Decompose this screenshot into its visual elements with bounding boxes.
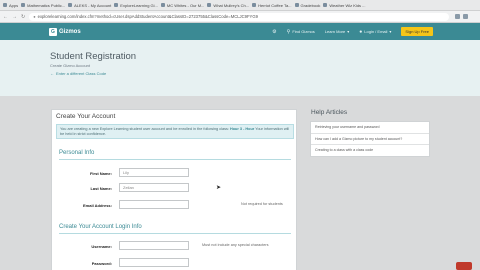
bookmark-icon xyxy=(207,3,212,7)
bookmark-icon xyxy=(114,3,119,7)
page-title: Student Registration xyxy=(50,51,137,62)
back-icon[interactable]: ← xyxy=(3,14,8,20)
chevron-down-icon: ▾ xyxy=(389,29,392,34)
bookmark-icon xyxy=(68,3,73,7)
video-play-icon[interactable] xyxy=(456,262,472,270)
password-input[interactable] xyxy=(119,258,189,267)
bookmark-item[interactable]: What Mullrey's Ch... xyxy=(207,3,249,8)
bookmark-icon xyxy=(323,3,328,7)
microscope-icon[interactable]: ⚙ xyxy=(272,29,276,35)
bookmark-item[interactable]: Mathematics Public... xyxy=(21,3,65,8)
url-text: explorelearning.com/index.cfm?method=cUs… xyxy=(37,14,258,19)
reload-icon[interactable]: ↻ xyxy=(21,14,25,20)
gizmos-logo[interactable]: G Gizmos xyxy=(49,27,81,36)
url-field[interactable]: ● explorelearning.com/index.cfm?method=c… xyxy=(29,12,450,21)
class-name: Hour 3 - Hour xyxy=(230,127,255,131)
divider xyxy=(59,159,291,160)
first-name-label: First Name: xyxy=(89,171,112,176)
card-title: Create Your Account xyxy=(56,113,116,120)
help-articles-title: Help Articles xyxy=(311,109,348,116)
bookmark-item[interactable]: MC Whites - Our M... xyxy=(160,3,204,8)
last-name-input[interactable]: Zeilan xyxy=(119,183,189,192)
bookmark-item[interactable]: ExploreLearning Gi... xyxy=(114,3,158,8)
page-subtitle: Create Gizmo Account xyxy=(50,63,91,68)
username-note: Must not include any special characters xyxy=(202,243,269,247)
password-label: Password: xyxy=(91,261,112,266)
lock-icon: ● xyxy=(33,14,36,19)
signup-button[interactable]: Sign Up Free xyxy=(401,27,433,36)
bookmark-icon xyxy=(21,3,26,7)
first-name-input[interactable]: Lily xyxy=(119,168,189,177)
login-info-heading: Create Your Account Login Info xyxy=(59,224,142,230)
learn-more-menu[interactable]: Learn More ▾ xyxy=(325,29,349,34)
bookmark-item[interactable]: Weather Wiz Kids ... xyxy=(323,3,366,8)
profile-icon[interactable] xyxy=(463,14,469,19)
apps-icon xyxy=(3,3,7,7)
email-input[interactable] xyxy=(119,200,189,209)
divider xyxy=(59,233,291,234)
help-article-link[interactable]: Creating to a class with a class code xyxy=(311,145,429,156)
extension-icon[interactable] xyxy=(455,14,461,19)
last-name-label: Last Name: xyxy=(90,186,112,191)
email-note: Not required for students xyxy=(241,202,283,206)
create-account-card: Create Your Account You are creating a n… xyxy=(51,109,297,270)
login-link[interactable]: ● Login / Email ▾ xyxy=(359,29,391,35)
help-article-link[interactable]: How can I add a Gizmo picture to my stud… xyxy=(311,134,429,145)
bookmark-apps[interactable]: Apps xyxy=(3,3,18,8)
arrow-left-icon: ← xyxy=(50,71,54,76)
bookmark-icon xyxy=(294,3,299,7)
help-article-link[interactable]: Retrieving your username and password xyxy=(311,122,429,134)
title-band xyxy=(0,40,480,96)
bookmark-item[interactable]: Herriot Coffee Ta... xyxy=(252,3,292,8)
bookmarks-bar: Apps Mathematics Public... ALEKS - My Ac… xyxy=(0,0,480,11)
bookmark-item[interactable]: ALEKS - My Account xyxy=(68,3,111,8)
username-label: Username: xyxy=(91,244,112,249)
email-label: Email Address: xyxy=(83,203,112,208)
search-icon: ⚲ xyxy=(286,28,291,35)
user-icon: ● xyxy=(359,28,363,35)
forward-icon[interactable]: → xyxy=(12,14,17,20)
help-articles-list: Retrieving your username and password Ho… xyxy=(310,121,430,157)
class-notice: You are creating a new Explore Learning … xyxy=(56,124,294,139)
gizmos-logo-icon: G xyxy=(49,27,57,36)
chevron-down-icon: ▾ xyxy=(347,29,350,34)
site-header: G Gizmos ⚙ ⚲ Find Gizmos Learn More ▾ ● Log… xyxy=(0,23,480,40)
personal-info-heading: Personal Info xyxy=(59,150,95,156)
bookmark-item[interactable]: Gradebook xyxy=(294,3,320,8)
mouse-cursor-icon: ➤ xyxy=(216,185,222,191)
bookmark-icon xyxy=(252,3,257,7)
find-gizmos-link[interactable]: ⚲ Find Gizmos xyxy=(287,29,315,35)
bookmark-icon xyxy=(160,3,165,7)
username-input[interactable] xyxy=(119,241,189,250)
different-class-code-link[interactable]: ← Enter a different Class Code xyxy=(50,71,106,76)
address-bar-row: ← → ↻ ● explorelearning.com/index.cfm?me… xyxy=(0,11,480,23)
